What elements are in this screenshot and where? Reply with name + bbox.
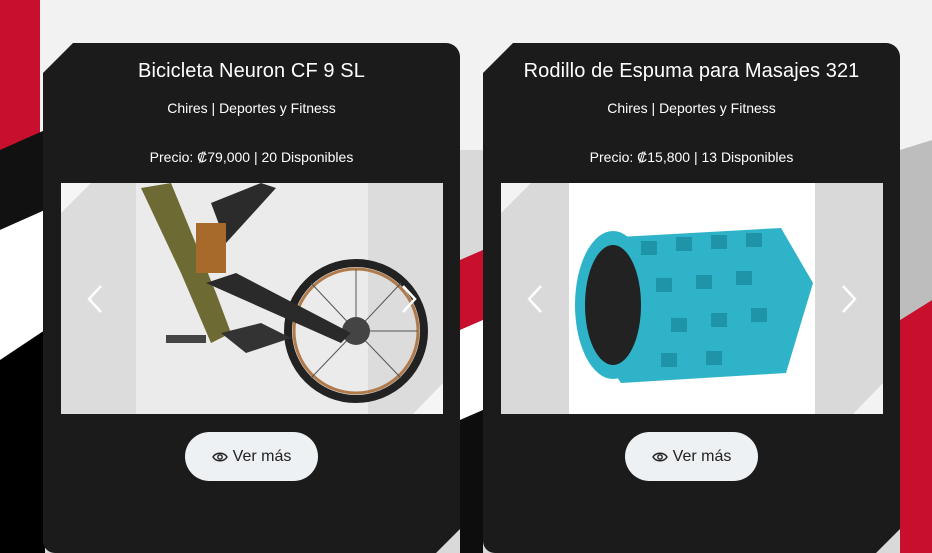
- product-image-carousel[interactable]: [501, 183, 883, 414]
- chevron-left-icon: [526, 284, 546, 314]
- product-title: Bicicleta Neuron CF 9 SL: [138, 60, 365, 82]
- product-title: Rodillo de Espuma para Masajes 321: [523, 60, 860, 82]
- carousel-next-button[interactable]: [373, 183, 443, 414]
- product-price-stock: Precio: ₡15,800 | 13 Disponibles: [589, 149, 794, 165]
- carousel-next-button[interactable]: [813, 183, 883, 414]
- product-location-category: Chires | Deportes y Fitness: [607, 100, 776, 116]
- product-image-carousel[interactable]: [61, 183, 443, 414]
- product-card-bicycle: Bicicleta Neuron CF 9 SL Chires | Deport…: [43, 43, 460, 553]
- view-more-button[interactable]: Ver más: [625, 432, 758, 481]
- product-location-category: Chires | Deportes y Fitness: [167, 100, 336, 116]
- chevron-right-icon: [838, 284, 858, 314]
- view-more-label: Ver más: [672, 447, 732, 465]
- view-more-label: Ver más: [232, 447, 292, 465]
- eye-icon: [652, 451, 668, 463]
- eye-icon: [212, 451, 228, 463]
- product-price-stock: Precio: ₡79,000 | 20 Disponibles: [149, 149, 354, 165]
- carousel-prev-button[interactable]: [61, 183, 131, 414]
- chevron-left-icon: [86, 284, 106, 314]
- carousel-prev-button[interactable]: [501, 183, 571, 414]
- view-more-button[interactable]: Ver más: [185, 432, 318, 481]
- chevron-right-icon: [398, 284, 418, 314]
- product-card-foam-roller: Rodillo de Espuma para Masajes 321 Chire…: [483, 43, 900, 553]
